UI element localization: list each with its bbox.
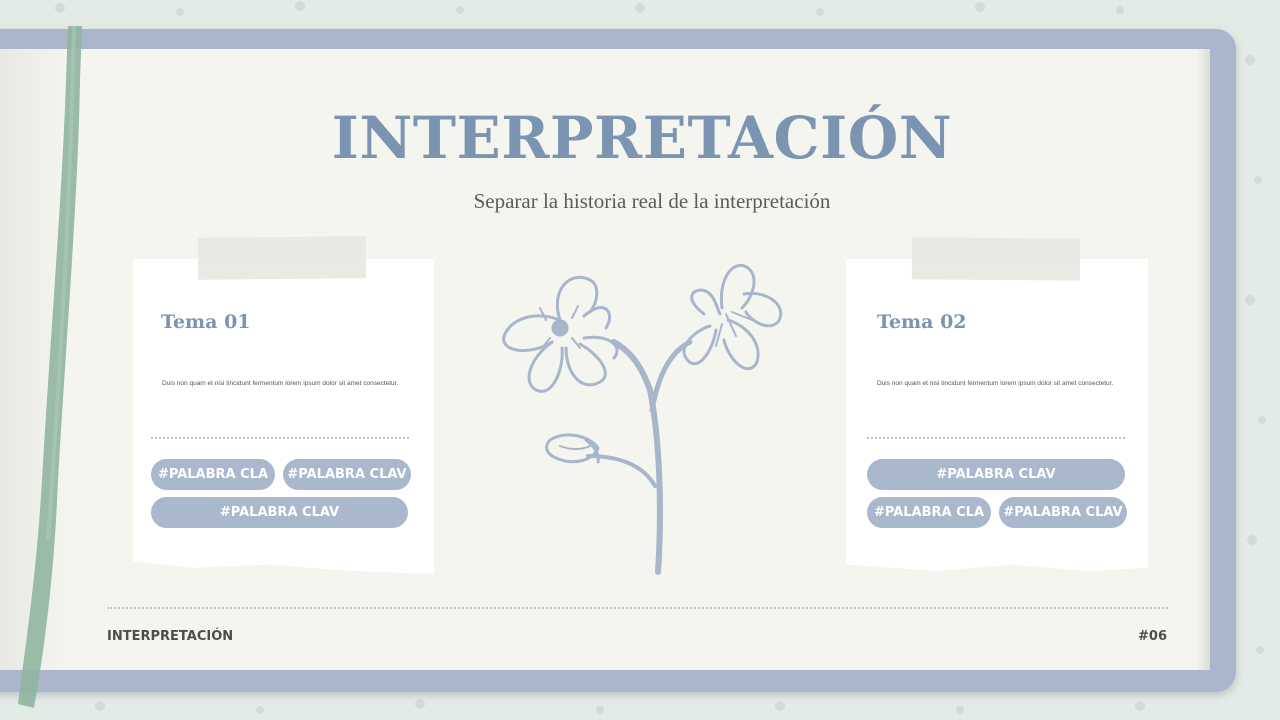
slide-title: INTERPRETACIÓN <box>331 104 953 172</box>
keyword-tag[interactable]: #PALABRA CLAV <box>283 459 411 490</box>
flower-illustration-icon <box>502 264 783 575</box>
keyword-tag[interactable]: #PALABRA CLAV <box>151 497 408 528</box>
slide-subtitle: Separar la historia real de la interpret… <box>473 189 831 213</box>
keyword-tag[interactable]: #PALABRA CLAV <box>999 497 1127 528</box>
card-title: Tema 02 <box>877 311 967 333</box>
tape-strip <box>911 237 1081 281</box>
page-number: #06 <box>1138 629 1167 644</box>
keyword-tag[interactable]: #PALABRA CLAV <box>867 459 1125 490</box>
tape-strip <box>197 236 367 280</box>
card-text: Duis non quam et nisi tincidunt fermentu… <box>877 380 1114 387</box>
footer-divider <box>107 607 1168 609</box>
card-title: Tema 01 <box>161 311 251 333</box>
dotted-divider <box>151 437 409 439</box>
keyword-tag[interactable]: #PALABRA CLA <box>151 459 275 490</box>
footer-section-title: INTERPRETACIÓN <box>107 629 234 644</box>
keyword-tag[interactable]: #PALABRA CLA <box>867 497 991 528</box>
card-text: Duis non quam et nisi tincidunt fermentu… <box>162 380 399 387</box>
dotted-divider <box>867 437 1125 439</box>
